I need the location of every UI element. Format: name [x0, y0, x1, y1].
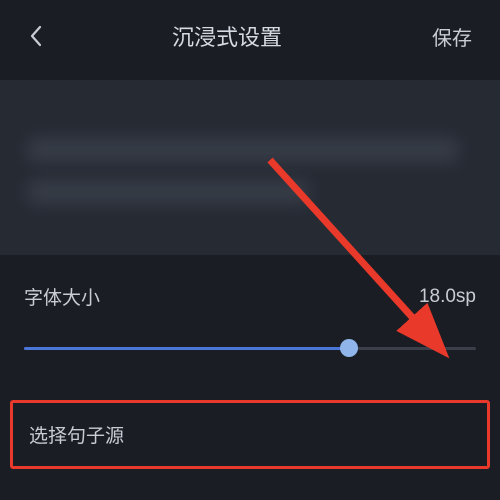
- page-title: 沉浸式设置: [22, 20, 432, 52]
- font-size-section: 字体大小 18.0sp: [0, 255, 500, 360]
- preview-panel: [0, 80, 500, 255]
- slider-fill: [24, 347, 349, 350]
- preview-text-line: [28, 180, 308, 204]
- header-bar: 沉浸式设置 保存: [0, 0, 500, 72]
- font-size-value: 18.0sp: [419, 286, 476, 308]
- font-size-row: 字体大小 18.0sp: [24, 283, 476, 310]
- font-size-label: 字体大小: [24, 283, 100, 310]
- sentence-source-label: 选择句子源: [29, 426, 124, 447]
- slider-thumb[interactable]: [340, 339, 358, 357]
- select-sentence-source-item[interactable]: 选择句子源: [10, 400, 490, 469]
- font-size-slider[interactable]: [24, 336, 476, 360]
- preview-text-line: [28, 138, 458, 162]
- save-button[interactable]: 保存: [432, 22, 472, 51]
